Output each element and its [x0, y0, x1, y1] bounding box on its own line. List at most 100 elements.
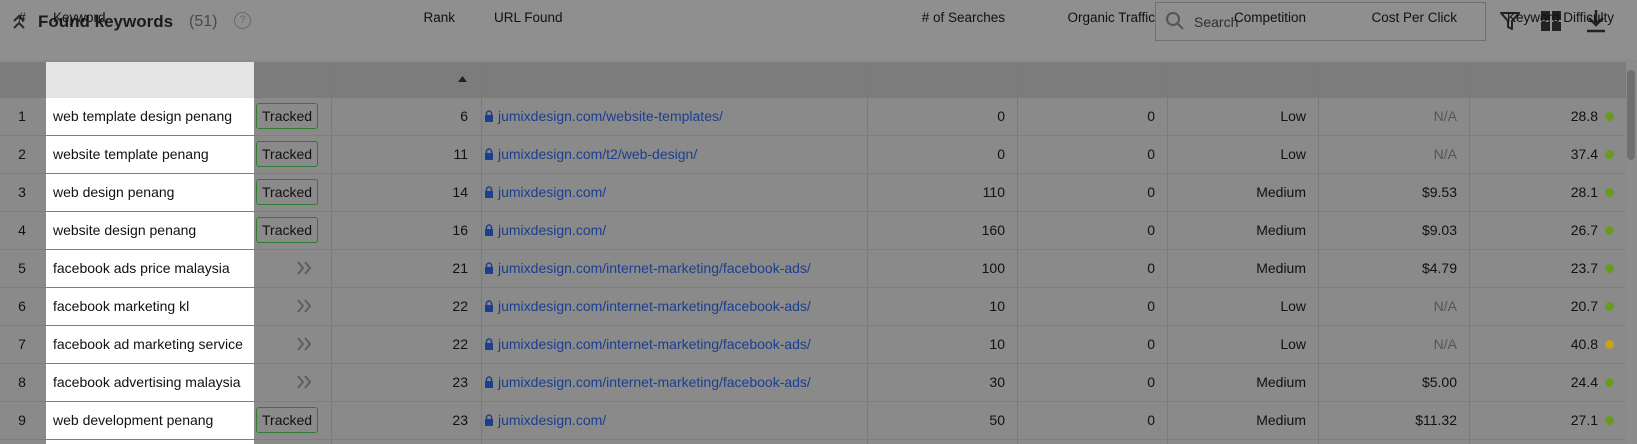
table-row[interactable]: 1 web template design penang Tracked 6 jumix… [0, 98, 1637, 136]
help-icon[interactable]: ? [234, 12, 251, 29]
lock-icon [485, 148, 493, 160]
difficulty-value: 28.1 [1570, 184, 1598, 200]
table-row[interactable]: 7 facebook ad marketing service 22 jumixdes… [0, 326, 1637, 364]
cpc-value: $5.00 [1421, 374, 1457, 390]
url-link[interactable]: jumixdesign.com/ [484, 174, 606, 210]
double-chevron-right-icon[interactable] [296, 374, 314, 390]
url-text[interactable]: jumixdesign.com/website-templates/ [498, 108, 723, 124]
url-link[interactable]: jumixdesign.com/website-templates/ [484, 98, 723, 134]
searches-value: 10 [989, 298, 1005, 314]
lock-icon [485, 186, 493, 198]
difficulty-indicator-dot [1605, 416, 1614, 425]
col-searches-header[interactable]: # of Searches [867, 0, 1017, 36]
url-text[interactable]: jumixdesign.com/ [498, 184, 606, 200]
url-link[interactable]: jumixdesign.com/internet-marketing/faceb… [484, 326, 811, 362]
lock-icon [485, 300, 493, 312]
difficulty-indicator-dot [1605, 378, 1614, 387]
url-link[interactable]: jumixdesign.com/internet-marketing/faceb… [484, 250, 811, 286]
lock-icon [485, 376, 493, 388]
searches-value: 50 [989, 412, 1005, 428]
row-number: 8 [18, 374, 26, 390]
difficulty-cell: 40.8 [1469, 326, 1626, 362]
keyword-text: facebook marketing kl [53, 298, 190, 314]
keyword-text: website template penang [53, 146, 209, 162]
traffic-value: 0 [1147, 374, 1155, 390]
difficulty-indicator-dot [1605, 188, 1614, 197]
row-number: 6 [18, 298, 26, 314]
traffic-value: 0 [1147, 184, 1155, 200]
table-row[interactable]: 6 facebook marketing kl 22 jumixdesign.com/… [0, 288, 1637, 326]
table-row[interactable]: 3 web design penang Tracked 14 jumixdesign.c… [0, 174, 1637, 212]
url-text[interactable]: jumixdesign.com/ [498, 222, 606, 238]
scrollbar-thumb[interactable] [1627, 70, 1635, 160]
double-chevron-right-icon[interactable] [296, 298, 314, 314]
url-link[interactable]: jumixdesign.com/ [484, 402, 606, 438]
keyword-text: facebook ad marketing service [53, 336, 243, 352]
difficulty-value: 20.7 [1570, 298, 1598, 314]
traffic-value: 0 [1147, 260, 1155, 276]
difficulty-value: 27.1 [1570, 412, 1598, 428]
url-link[interactable]: jumixdesign.com/internet-marketing/faceb… [484, 288, 811, 324]
cpc-value: N/A [1433, 336, 1457, 352]
col-cpc-header[interactable]: Cost Per Click [1318, 0, 1469, 36]
lock-icon [485, 224, 493, 236]
tracked-badge[interactable]: Tracked [256, 407, 319, 433]
difficulty-cell: 26.7 [1469, 212, 1626, 248]
url-link[interactable]: jumixdesign.com/t2/web-design/ [484, 136, 697, 172]
cpc-value: $9.03 [1421, 222, 1457, 238]
keyword-text: facebook ads price malaysia [53, 260, 230, 276]
url-text[interactable]: jumixdesign.com/t2/web-design/ [498, 146, 697, 162]
rank-value: 14 [452, 184, 468, 200]
row-number: 3 [18, 184, 26, 200]
rank-value: 23 [452, 374, 468, 390]
rank-value: 23 [452, 412, 468, 428]
col-url-header[interactable]: URL Found [494, 0, 794, 36]
lock-icon [485, 338, 493, 350]
url-text[interactable]: jumixdesign.com/internet-marketing/faceb… [498, 336, 811, 352]
searches-value: 10 [989, 336, 1005, 352]
double-chevron-right-icon[interactable] [296, 260, 314, 276]
col-rank-header[interactable]: Rank [331, 0, 480, 36]
difficulty-cell: 24.4 [1469, 364, 1626, 400]
row-number: 5 [18, 260, 26, 276]
searches-value: 0 [997, 146, 1005, 162]
table-row[interactable]: 9 web development penang Tracked 23 jumixdes… [0, 402, 1637, 440]
row-number: 2 [18, 146, 26, 162]
tracked-badge[interactable]: Tracked [256, 103, 319, 129]
difficulty-value: 28.8 [1570, 108, 1598, 124]
difficulty-indicator-dot [1605, 150, 1614, 159]
col-traffic-header[interactable]: Organic Traffic [1017, 0, 1167, 36]
competition-value: Medium [1256, 222, 1306, 238]
cpc-value: $11.32 [1415, 412, 1457, 428]
sort-ascending-icon [458, 76, 467, 82]
difficulty-cell: 23.7 [1469, 250, 1626, 286]
col-num-header: # [18, 10, 26, 25]
row-number: 7 [18, 336, 26, 352]
traffic-value: 0 [1147, 298, 1155, 314]
difficulty-cell: 27.1 [1469, 402, 1626, 438]
url-link[interactable]: jumixdesign.com/ [484, 212, 606, 248]
table-row[interactable]: 2 website template penang Tracked 11 jumixde… [0, 136, 1637, 174]
table-row[interactable]: 5 facebook ads price malaysia 21 jumixdesig… [0, 250, 1637, 288]
double-chevron-right-icon[interactable] [296, 336, 314, 352]
table-row[interactable]: 4 website design penang Tracked 16 jumixdesi… [0, 212, 1637, 250]
difficulty-cell: 28.8 [1469, 98, 1626, 134]
difficulty-value: 37.4 [1570, 146, 1598, 162]
difficulty-cell: 37.4 [1469, 136, 1626, 172]
row-number: 4 [18, 222, 26, 238]
tracked-badge[interactable]: Tracked [256, 179, 319, 205]
cpc-value: $9.53 [1421, 184, 1457, 200]
url-text[interactable]: jumixdesign.com/internet-marketing/faceb… [498, 260, 811, 276]
col-keyword-header[interactable]: Keyword [53, 0, 203, 36]
url-link[interactable]: jumixdesign.com/internet-marketing/faceb… [484, 364, 811, 400]
rank-value: 11 [453, 146, 468, 162]
url-text[interactable]: jumixdesign.com/internet-marketing/faceb… [498, 298, 811, 314]
tracked-badge[interactable]: Tracked [256, 141, 319, 167]
tracked-badge[interactable]: Tracked [256, 217, 319, 243]
col-competition-header[interactable]: Competition [1167, 0, 1318, 36]
url-text[interactable]: jumixdesign.com/internet-marketing/faceb… [498, 374, 811, 390]
table-row[interactable]: 8 facebook advertising malaysia 23 jumixdes… [0, 364, 1637, 402]
col-difficulty-header[interactable]: Keyword Difficulty [1469, 0, 1626, 36]
searches-value: 160 [981, 222, 1005, 238]
url-text[interactable]: jumixdesign.com/ [498, 412, 606, 428]
